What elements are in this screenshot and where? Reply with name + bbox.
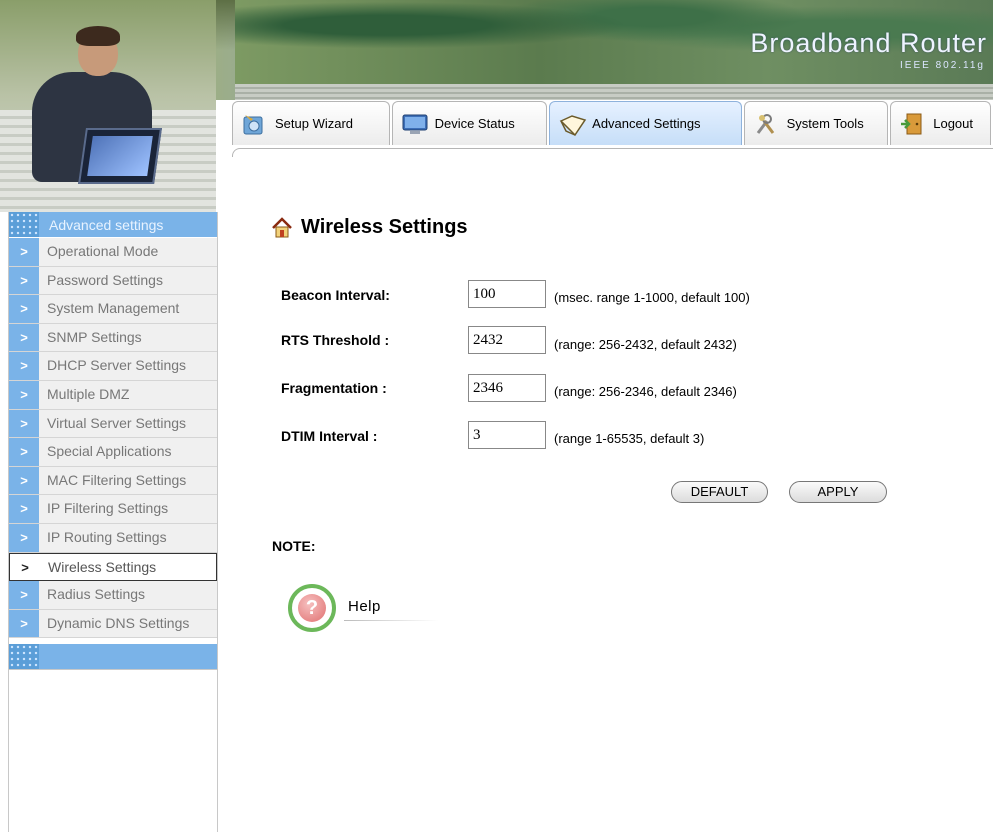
- sidebar: Advanced settings > Operational Mode > Pas…: [8, 212, 218, 832]
- chevron-right-icon: >: [9, 438, 39, 466]
- chevron-right-icon: >: [9, 238, 39, 266]
- page-title: Wireless Settings: [271, 216, 468, 239]
- top-tab-bar: Setup Wizard Device Status Advanced Sett…: [232, 101, 993, 149]
- chevron-right-icon: >: [9, 266, 39, 295]
- help-icon: ?: [288, 584, 336, 632]
- chevron-right-icon: >: [9, 495, 39, 523]
- tab-setup-wizard[interactable]: Setup Wizard: [232, 101, 390, 145]
- chevron-right-icon: >: [9, 295, 39, 323]
- content-frame-top: [232, 148, 993, 157]
- sidebar-item-dynamic-dns-settings[interactable]: > Dynamic DNS Settings: [9, 609, 217, 639]
- tab-system-tools[interactable]: System Tools: [743, 101, 889, 145]
- sidebar-header: Advanced settings: [9, 212, 217, 237]
- header-photo: [0, 0, 216, 212]
- wizard-icon: [241, 111, 267, 137]
- chevron-right-icon: >: [9, 609, 39, 638]
- sidebar-footer: [9, 644, 217, 669]
- tab-label: System Tools: [786, 116, 864, 131]
- beacon-interval-input[interactable]: [468, 280, 546, 308]
- sidebar-item-mac-filtering-settings[interactable]: > MAC Filtering Settings: [9, 466, 217, 496]
- sidebar-item-label: DHCP Server Settings: [47, 357, 187, 374]
- photo-laptop-screen: [87, 136, 153, 176]
- sidebar-item-label: Special Applications: [47, 443, 172, 460]
- sidebar-divider: [9, 669, 217, 670]
- chevron-right-icon: >: [10, 553, 40, 581]
- sidebar-item-virtual-server-settings[interactable]: > Virtual Server Settings: [9, 409, 217, 439]
- photo-laptop: [78, 128, 162, 184]
- brand-subtitle: IEEE 802.11g: [900, 60, 985, 71]
- photo-person-hair: [76, 26, 120, 46]
- sidebar-item-system-management[interactable]: > System Management: [9, 295, 217, 324]
- tab-label: Setup Wizard: [275, 116, 354, 131]
- chevron-right-icon: >: [9, 581, 39, 609]
- dtim-interval-input[interactable]: [468, 421, 546, 449]
- fragmentation-hint: (range: 256-2346, default 2346): [554, 384, 737, 399]
- note-label: NOTE:: [272, 538, 316, 554]
- sidebar-item-dhcp-server-settings[interactable]: > DHCP Server Settings: [9, 352, 217, 381]
- sidebar-header-label: Advanced settings: [49, 217, 164, 233]
- sidebar-item-multiple-dmz[interactable]: > Multiple DMZ: [9, 380, 217, 410]
- sidebar-item-snmp-settings[interactable]: > SNMP Settings: [9, 323, 217, 353]
- dtim-interval-hint: (range 1-65535, default 3): [554, 431, 705, 446]
- sidebar-item-label: Operational Mode: [47, 243, 159, 259]
- brand-title: Broadband Router: [750, 28, 987, 58]
- chevron-right-icon: >: [9, 523, 39, 552]
- sidebar-item-ip-routing-settings[interactable]: > IP Routing Settings: [9, 523, 217, 553]
- beacon-interval-label: Beacon Interval:: [281, 287, 390, 303]
- sidebar-item-label: Virtual Server Settings: [47, 414, 187, 431]
- home-icon: [271, 216, 293, 239]
- help-button[interactable]: ? Help: [288, 584, 438, 636]
- banner-photo-stairs: [235, 84, 993, 100]
- question-mark-icon: ?: [298, 594, 326, 622]
- tab-advanced-settings[interactable]: Advanced Settings: [549, 101, 742, 145]
- sidebar-item-ip-filtering-settings[interactable]: > IP Filtering Settings: [9, 495, 217, 524]
- sidebar-item-radius-settings[interactable]: > Radius Settings: [9, 581, 217, 610]
- dtim-interval-label: DTIM Interval :: [281, 428, 378, 444]
- tools-icon: [753, 111, 779, 137]
- default-button[interactable]: DEFAULT: [671, 481, 768, 503]
- monitor-icon: [401, 111, 428, 137]
- tab-label: Device Status: [434, 116, 515, 131]
- sidebar-item-label: IP Routing Settings: [47, 528, 167, 545]
- dots-decoration-icon: [9, 212, 39, 237]
- sidebar-item-label: SNMP Settings: [47, 328, 142, 345]
- sidebar-item-label: Radius Settings: [47, 586, 146, 603]
- sidebar-item-operational-mode[interactable]: > Operational Mode: [9, 238, 217, 267]
- page-title-text: Wireless Settings: [301, 216, 468, 238]
- chevron-right-icon: >: [9, 409, 39, 438]
- rts-threshold-label: RTS Threshold :: [281, 332, 390, 348]
- chevron-right-icon: >: [9, 466, 39, 495]
- sidebar-item-label: Wireless Settings: [48, 558, 157, 575]
- sidebar-item-password-settings[interactable]: > Password Settings: [9, 266, 217, 296]
- tab-device-status[interactable]: Device Status: [391, 101, 548, 145]
- chevron-right-icon: >: [9, 380, 39, 409]
- book-icon: [558, 111, 587, 137]
- sidebar-item-label: Password Settings: [47, 271, 163, 288]
- sidebar-item-label: System Management: [47, 300, 180, 317]
- tab-logout[interactable]: Logout: [890, 101, 991, 145]
- chevron-right-icon: >: [9, 352, 39, 380]
- sidebar-item-wireless-settings[interactable]: > Wireless Settings: [9, 552, 217, 582]
- rts-threshold-input[interactable]: [468, 326, 546, 354]
- rts-threshold-hint: (range: 256-2432, default 2432): [554, 337, 737, 352]
- sidebar-item-special-applications[interactable]: > Special Applications: [9, 438, 217, 467]
- tab-label: Logout: [933, 116, 973, 131]
- sidebar-item-label: Dynamic DNS Settings: [47, 614, 190, 631]
- apply-button[interactable]: APPLY: [789, 481, 887, 503]
- beacon-interval-hint: (msec. range 1-1000, default 100): [554, 290, 750, 305]
- sidebar-menu: > Operational Mode > Password Settings > Sy…: [9, 238, 217, 639]
- logout-door-icon: [899, 111, 925, 137]
- dots-decoration-icon: [9, 644, 39, 669]
- help-label: Help: [348, 598, 381, 615]
- fragmentation-label: Fragmentation :: [281, 380, 387, 396]
- tab-label: Advanced Settings: [592, 116, 701, 131]
- chevron-right-icon: >: [9, 323, 39, 352]
- help-underline: [344, 620, 438, 621]
- sidebar-item-label: IP Filtering Settings: [47, 500, 169, 517]
- sidebar-item-label: Multiple DMZ: [47, 385, 130, 402]
- sidebar-item-label: MAC Filtering Settings: [47, 471, 187, 488]
- fragmentation-input[interactable]: [468, 374, 546, 402]
